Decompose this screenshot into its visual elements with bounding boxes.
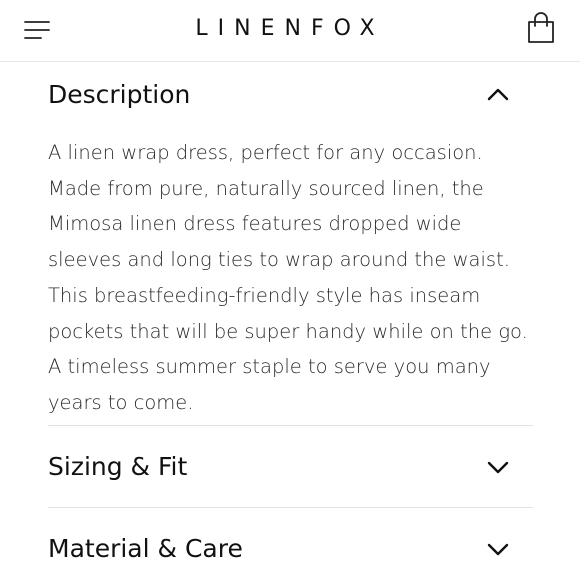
menu-button[interactable]	[24, 19, 50, 41]
description-text: A linen wrap dress, perfect for any occa…	[48, 141, 528, 414]
description-title: Description	[48, 80, 191, 109]
sizing-fit-section-header[interactable]: Sizing & Fit	[48, 442, 533, 492]
chevron-down-icon	[487, 461, 509, 474]
brand-logo[interactable]: LINENFOX	[140, 14, 440, 44]
top-header: LINENFOX	[0, 0, 580, 62]
divider	[48, 425, 533, 426]
cart-button[interactable]	[526, 12, 556, 44]
material-care-title: Material & Care	[48, 534, 243, 563]
hamburger-menu-icon	[24, 21, 50, 39]
chevron-down-icon	[487, 543, 509, 556]
shopping-bag-icon	[528, 12, 554, 43]
description-section-header[interactable]: Description	[48, 70, 533, 120]
chevron-up-icon	[487, 88, 509, 101]
divider	[48, 507, 533, 508]
material-care-section-header[interactable]: Material & Care	[48, 524, 533, 574]
sizing-fit-title: Sizing & Fit	[48, 452, 188, 481]
